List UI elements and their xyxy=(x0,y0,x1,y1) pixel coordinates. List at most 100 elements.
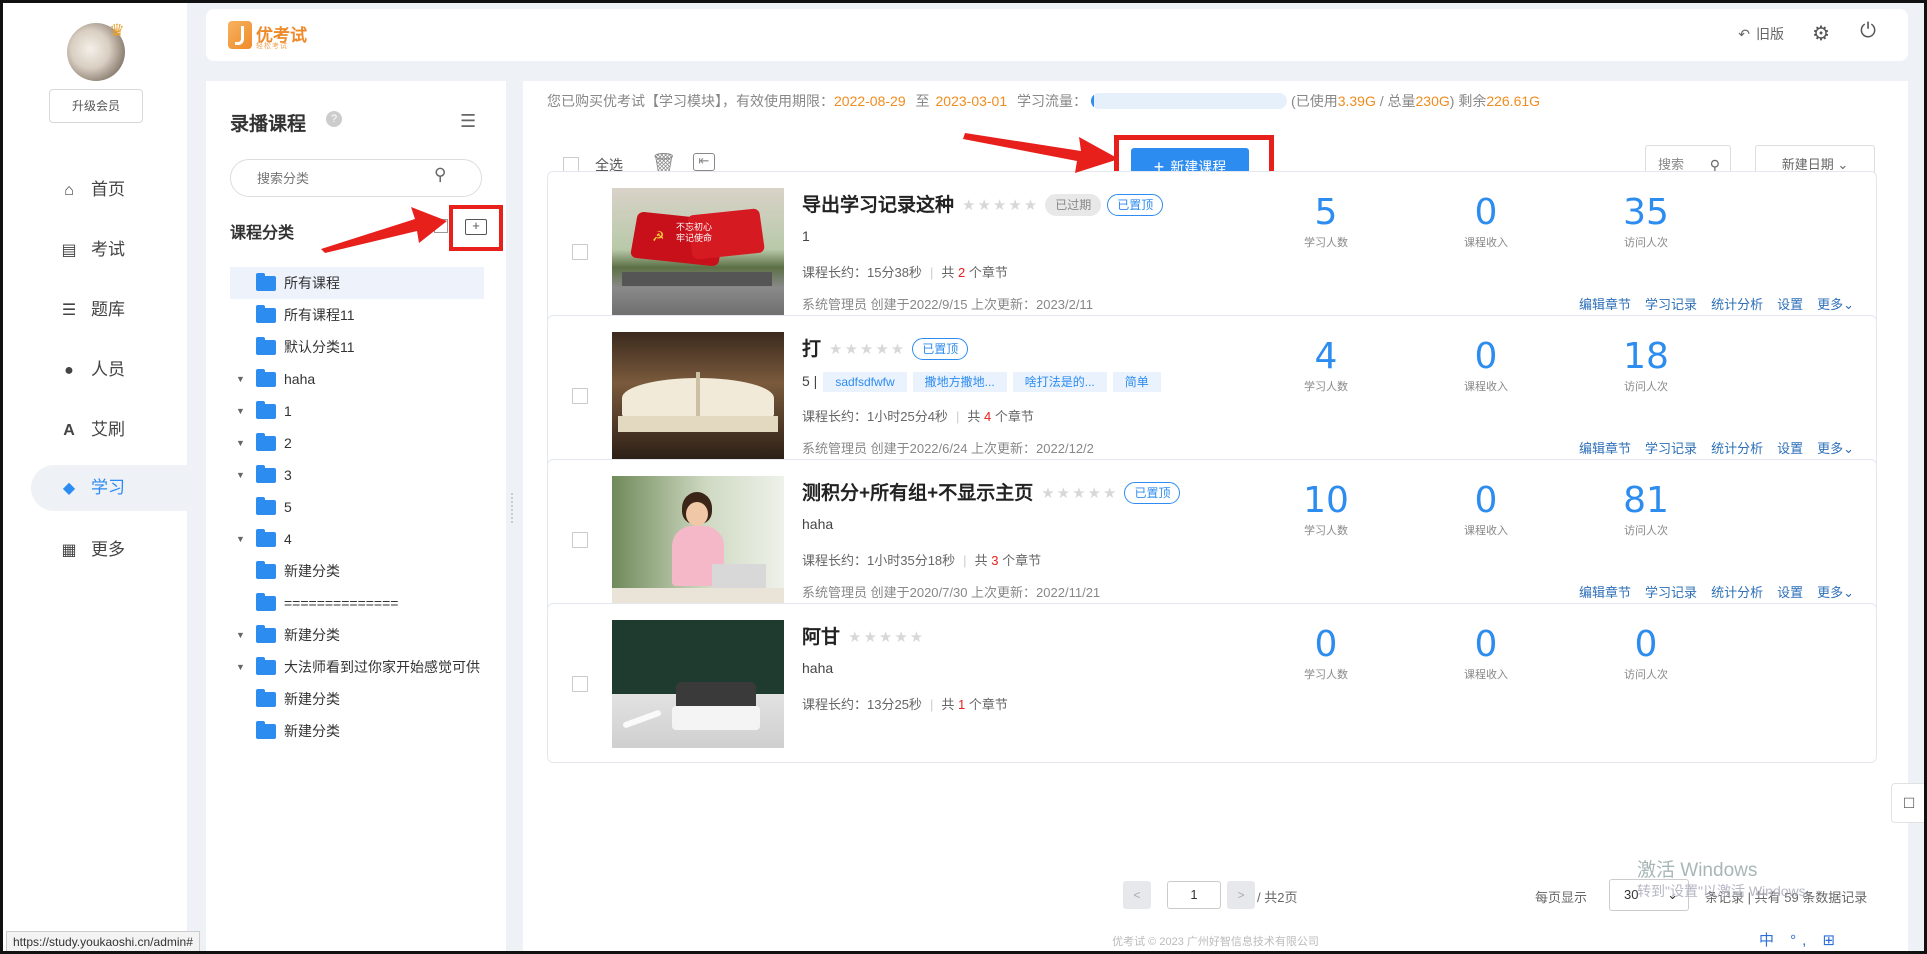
course-checkbox[interactable] xyxy=(572,388,588,404)
chapters-suffix: 个章节 xyxy=(968,265,1008,280)
course-thumbnail[interactable] xyxy=(612,620,784,748)
caret-down-icon[interactable]: ▼ xyxy=(236,651,245,683)
system-tray[interactable]: 中 °, ⊞ xyxy=(1759,929,1924,951)
caret-down-icon[interactable]: ▼ xyxy=(236,619,245,651)
category-tree: 所有课程 所有课程11 默认分类11 ▼ haha ▼ 1 ▼ 2 ▼ 3 5 ▼ 4 新建分类 ======… xyxy=(230,267,484,747)
course-actions: 编辑章节 学习记录 统计分析 设置 更多⌄ xyxy=(1565,438,1854,457)
nav-item-home[interactable]: ⌂ 首页 xyxy=(31,167,187,213)
upgrade-member-button[interactable]: 升级会员 xyxy=(49,89,143,123)
course-card[interactable]: ☭ 不忘初心 牢记使命 导出学习记录这种 ★★★★★ 已过期 已置顶 1 课程长约：15分38秒… xyxy=(547,171,1877,331)
category-tree-item[interactable]: ▼ 1 xyxy=(230,395,484,427)
category-tree-item[interactable]: ▼ haha xyxy=(230,363,484,395)
question-bank-icon: ☰ xyxy=(61,302,77,319)
category-tree-item[interactable]: ▼ 3 xyxy=(230,459,484,491)
caret-down-icon[interactable]: ▼ xyxy=(236,363,245,395)
course-duration: 1小时25分4秒 xyxy=(867,409,948,424)
course-action-link[interactable]: 设置 xyxy=(1777,441,1803,456)
category-tree-item[interactable]: 新建分类 xyxy=(230,683,484,715)
prev-page-button[interactable]: < xyxy=(1123,881,1151,909)
category-tree-item[interactable]: 5 xyxy=(230,491,484,523)
add-folder-icon[interactable]: + xyxy=(465,219,487,235)
chapter-count: 1 xyxy=(957,697,966,712)
course-subtitle-row: 5 | sadfsdfwfw 撒地方撒地... 啥打法是的... 简单 xyxy=(802,372,1161,392)
course-action-link[interactable]: 统计分析 xyxy=(1711,297,1763,312)
category-tree-item[interactable]: ▼ 2 xyxy=(230,427,484,459)
course-title[interactable]: 导出学习记录这种 xyxy=(802,195,954,216)
nav-item-exam[interactable]: ▤ 考试 xyxy=(31,227,187,273)
move-to-icon[interactable]: ⇤ xyxy=(693,153,715,171)
course-length-label: 课程长约： xyxy=(802,553,868,568)
course-card[interactable]: 打 ★★★★★ 已置顶 5 | sadfsdfwfw 撒地方撒地... 啥打法是的... 简单… xyxy=(547,315,1877,475)
category-tree-item[interactable]: 所有课程11 xyxy=(230,299,484,331)
caret-down-icon[interactable]: ▼ xyxy=(236,459,245,491)
category-tree-item[interactable]: ============== xyxy=(230,587,484,619)
category-tree-item[interactable]: ▼ 新建分类 xyxy=(230,619,484,651)
course-action-link[interactable]: 设置 xyxy=(1777,297,1803,312)
course-subtitle-row: haha xyxy=(802,516,833,532)
course-title[interactable]: 阿甘 xyxy=(802,627,840,648)
course-thumbnail[interactable]: ☭ 不忘初心 牢记使命 xyxy=(612,188,784,316)
caret-down-icon[interactable]: ▼ xyxy=(236,523,245,555)
course-action-link[interactable]: 编辑章节 xyxy=(1579,585,1631,600)
old-version-link[interactable]: ↶ 旧版 xyxy=(1738,24,1784,44)
nav-label: 题库 xyxy=(91,300,125,319)
nav-item-question-bank[interactable]: ☰ 题库 xyxy=(31,287,187,333)
course-action-link[interactable]: 学习记录 xyxy=(1645,441,1697,456)
next-page-button[interactable]: > xyxy=(1227,881,1255,909)
chat-icon[interactable]: ☐ xyxy=(1891,783,1924,823)
folder-icon xyxy=(256,433,276,451)
course-card[interactable]: 测积分+所有组+不显示主页 ★★★★★ 已置顶 haha 课程长约：1小时35分18秒 |… xyxy=(547,459,1877,619)
stat-income-label: 课程收入 xyxy=(1464,381,1508,393)
nav-item-brush[interactable]: A 艾刷 xyxy=(31,407,187,453)
course-action-link[interactable]: 统计分析 xyxy=(1711,585,1763,600)
help-icon[interactable]: ? xyxy=(326,111,342,127)
module-info-bar: 您已购买优考试【学习模块】，有效使用期限：2022-08-29 至 2023-03… xyxy=(547,91,1540,111)
nav-item-people[interactable]: ● 人员 xyxy=(31,347,187,393)
category-tree-item[interactable]: 新建分类 xyxy=(230,555,484,587)
collapse-menu-icon[interactable]: ☰ xyxy=(460,111,476,132)
status-badge: 已置顶 xyxy=(1107,194,1164,216)
course-action-link[interactable]: 更多⌄ xyxy=(1817,441,1854,456)
category-tree-item[interactable]: ▼ 4 xyxy=(230,523,484,555)
old-version-label: 旧版 xyxy=(1756,26,1784,42)
course-tag-chip: sadfsdfwfw xyxy=(823,372,907,392)
nav-item-learning[interactable]: ◆ 学习 xyxy=(31,465,187,511)
course-thumbnail[interactable] xyxy=(612,332,784,460)
category-tree-item[interactable]: 所有课程 xyxy=(230,267,484,299)
page-number-input[interactable]: 1 xyxy=(1167,881,1221,909)
course-action-link[interactable]: 更多⌄ xyxy=(1817,585,1854,600)
category-tree-item[interactable]: 新建分类 xyxy=(230,715,484,747)
power-icon[interactable]: ⏻ xyxy=(1860,20,1876,43)
category-tree-item[interactable]: ▼ 大法师看到过你家开始感觉可供 xyxy=(230,651,484,683)
course-title[interactable]: 打 xyxy=(802,339,821,360)
category-toggle-checkbox[interactable] xyxy=(434,219,448,233)
course-card[interactable]: 阿甘 ★★★★★ haha 课程长约：13分25秒 | 共 1 个章节 0 学习人数 0 课程收入… xyxy=(547,603,1877,763)
gear-icon[interactable]: ⚙ xyxy=(1812,21,1830,46)
panel-resize-handle[interactable] xyxy=(511,493,517,523)
course-action-link[interactable]: 编辑章节 xyxy=(1579,441,1631,456)
course-action-link[interactable]: 编辑章节 xyxy=(1579,297,1631,312)
course-action-link[interactable]: 学习记录 xyxy=(1645,297,1697,312)
status-bar-url: https://study.youkaoshi.cn/admin# xyxy=(6,931,200,951)
folder-icon xyxy=(256,721,276,739)
course-thumbnail[interactable] xyxy=(612,476,784,604)
course-checkbox[interactable] xyxy=(572,532,588,548)
search-icon[interactable]: ⚲ xyxy=(434,165,446,185)
course-action-link[interactable]: 更多⌄ xyxy=(1817,297,1854,312)
course-action-link[interactable]: 统计分析 xyxy=(1711,441,1763,456)
course-checkbox[interactable] xyxy=(572,676,588,692)
course-title[interactable]: 测积分+所有组+不显示主页 xyxy=(802,483,1033,504)
logo[interactable]: 优考试 轻松考试 xyxy=(228,19,318,53)
course-action-link[interactable]: 学习记录 xyxy=(1645,585,1697,600)
caret-down-icon[interactable]: ▼ xyxy=(236,395,245,427)
nav-item-more[interactable]: ▦ 更多 xyxy=(31,527,187,573)
course-length-row: 课程长约：1小时35分18秒 | 共 3 个章节 xyxy=(802,553,1042,568)
stat-visits-label: 访问人次 xyxy=(1624,381,1668,393)
main-content: 您已购买优考试【学习模块】，有效使用期限：2022-08-29 至 2023-03… xyxy=(523,81,1908,951)
stat-visits-label: 访问人次 xyxy=(1624,237,1668,249)
category-tree-item[interactable]: 默认分类11 xyxy=(230,331,484,363)
course-meta: 系统管理员 创建于2022/6/24 上次更新：2022/12/2 xyxy=(802,441,1094,456)
course-action-link[interactable]: 设置 xyxy=(1777,585,1803,600)
caret-down-icon[interactable]: ▼ xyxy=(236,427,245,459)
course-checkbox[interactable] xyxy=(572,244,588,260)
